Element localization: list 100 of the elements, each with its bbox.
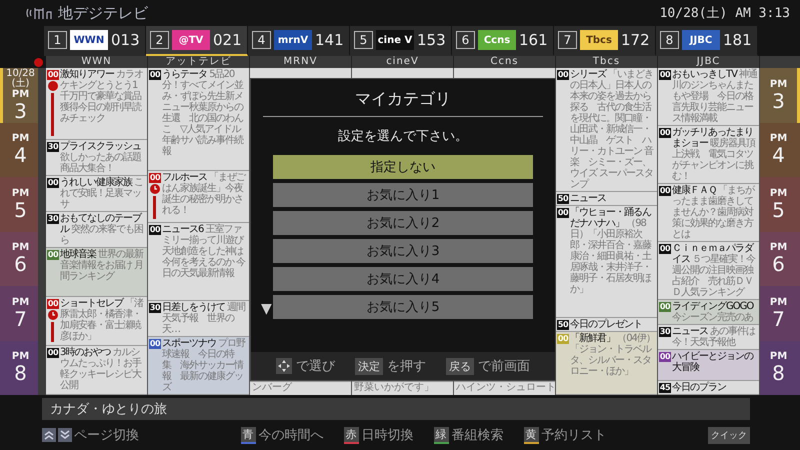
program-listing: ニュース6 王室ファミリー揃って川遊び天地創造をした神は今何を考えるのか 今日の天気最新情報 [162, 224, 246, 280]
dpad-icon [276, 358, 292, 374]
program-cell[interactable]: 00 ニュース6 王室ファミリー揃って川遊び天地創造をした神は今何を考えるのか 今日の天気最新情報 [148, 223, 249, 302]
date-label: 10/28 [6, 68, 35, 79]
program-cell[interactable]: 50 今日のプレゼント [556, 318, 657, 332]
minute-badge: 50 [557, 194, 569, 204]
program-cell[interactable]: 00 おもいっきしTV 神通川のジンちゃんまたもや登場 今日の格言先取り芸能ニュース情報満載 [658, 68, 759, 126]
program-listing: ショートセレブ 「渚豚雷太郎・橘香津・加扇安春・富士瀬暁彦ほか」 [60, 298, 145, 342]
page-up-icon[interactable] [42, 428, 56, 442]
channel-logo: cine V [376, 30, 414, 50]
color-key[interactable]: 青 [240, 426, 256, 444]
program-cell[interactable]: 00 ショートセレブ 「渚豚雷太郎・橘香津・加扇安春・富士瀬暁彦ほか」 [46, 297, 147, 346]
hour-label: 3 [772, 90, 785, 112]
program-listing: Ｃｉｎｅｍａパラダイス ５つ星確実！今週公開の注目映画独占紹介 売れ筋ＤＶＤ人気ランキング [672, 243, 756, 298]
minute-badge: 00 [659, 186, 671, 196]
key-action-label: 予約リスト [542, 427, 606, 444]
page-switch-label: ページ切換 [74, 427, 139, 444]
program-cell[interactable]: 30 ニュース あの事件は今！天気予報他 [658, 325, 759, 350]
channel-tab[interactable]: 4 mrnV 141 [248, 26, 350, 56]
program-cell[interactable]: 00 健康ＦＡＱ 「まちがったまま歯磨きしてませんか？歯周病対策に効果的な磨き方とは [658, 184, 759, 242]
program-cell[interactable]: 00 地球音楽 世界の最新音楽情報をお届け 月間ランキング [46, 248, 147, 297]
date-time: 10/28(土) AM 3:13 [660, 5, 790, 22]
program-listing: フルホース 「まぜごはん家族誕生」今夜誕生の秘密が明かされる！ [162, 172, 247, 216]
program-cell[interactable]: 30 日差しをうけて 週間天気予報 世界の天… [148, 301, 249, 338]
program-listing: うらテータ 5品20分！すべてメイン並み・ずぼら先生新メニュー秋葉原からの生還 北の国のわんこ ▽人気アイドル年齢サバ読み事件続報 [162, 69, 244, 157]
channel-code: 021 [213, 31, 242, 49]
weekday-label: (土) [12, 78, 30, 89]
hour-label: 6 [14, 253, 27, 276]
minute-badge: 00 [149, 225, 161, 236]
program-cell[interactable]: 45 今日のプラン [658, 381, 759, 395]
minute-badge: 50 [557, 320, 569, 330]
color-key[interactable]: 赤 [344, 426, 358, 444]
hour-label: 8 [14, 362, 27, 384]
program-cell[interactable]: 00 「ウヒョー・踊るんだナハナハ」 （98日）「小田原裕次郎・深井百合・嘉藤康治・細田眞祐・土居啄哉・末井洋子・藤明子・石居友明ほか」 [556, 206, 657, 318]
channel-tab[interactable]: 2 @TV 021 [146, 26, 248, 56]
period-label: PM [12, 133, 30, 144]
hour-label: 8 [772, 362, 785, 384]
program-listing: ハイビーとジョンの大冒険 [672, 351, 754, 373]
channel-tab[interactable]: 8 JJBC 181 [656, 26, 758, 56]
program-cell[interactable]: 00 ライディングGOGO 今シーズン完売のあ [658, 300, 759, 325]
hour-label: 5 [14, 198, 27, 221]
app-title: 地デジテレビ [58, 4, 148, 22]
program-cell[interactable]: 00 ガッチリあったまりまショー 暖房器具頂上決戦 電気コタツがチャンピオンに挑む！ [658, 126, 759, 184]
minute-badge: 45 [659, 383, 671, 393]
recording-bar [153, 196, 156, 220]
hour-label: 4 [14, 144, 27, 166]
program-cell[interactable]: 00 うらテータ 5品20分！すべてメイン並み・ずぼら先生新メニュー秋葉原からの生還 北の国のわんこ ▽人気アイドル年齢サバ読み事件続報 [148, 68, 249, 171]
minute-badge: 00 [47, 70, 59, 80]
minute-badge: 00 [149, 70, 161, 80]
channel-code: 161 [519, 31, 548, 49]
minute-badge: 00 [47, 250, 59, 260]
period-label: PM [770, 351, 788, 362]
category-option[interactable]: 指定しない [273, 155, 533, 179]
channel-number: 1 [48, 31, 67, 49]
key-label: 決定 [355, 358, 383, 374]
channel-tab[interactable]: 1 WWN 013 [44, 26, 146, 56]
channel-logo: WWN [70, 30, 108, 50]
program-cell[interactable]: 00 うれしい健康家族 これで安眠！足裏マッサ [46, 176, 147, 212]
hour-label: 4 [772, 144, 785, 166]
period-label: PM [770, 296, 788, 308]
channel-tab[interactable]: 6 Ccns 161 [452, 26, 554, 56]
program-cell[interactable]: 30 おもてなしのテーブル 突然の来客でも困ら [46, 212, 147, 248]
program-cell[interactable]: 00 スポーツナウ プロ野球速報 今日の特集 海外サッカー情報 最新の健康グッズ [148, 337, 249, 396]
scroll-down-arrow: ▼ [261, 301, 272, 317]
antenna-icon [26, 6, 52, 20]
minute-badge: 00 [557, 334, 569, 344]
category-option[interactable]: お気に入り4 [273, 267, 533, 291]
program-listing: スポーツナウ プロ野球速報 今日の特集 海外サッカー情報 最新の健康グッズ [162, 338, 246, 394]
category-option[interactable]: お気に入り1 [273, 183, 533, 207]
program-listing: ガッチリあったまりまショー 暖房器具頂上決戦 電気コタツがチャンピオンに挑む！ [672, 127, 756, 182]
program-cell[interactable]: 00 シリーズ 「いまどきの日本人」日本人の本来の姿を過去から探る 古代の食生活を現代に。関口瞳・山田武・新城信一・中山晶 ゲスト ハリー・カトユーン 音楽 シミー・ズー、ウイズ スーパースタンプ [556, 68, 657, 192]
program-cell[interactable]: 00 激知りアワー カラオケキングとうとう1千万円で豪華な賞品獲得今日の朝刊早読みチェック [46, 68, 147, 140]
color-key[interactable]: 緑 [434, 426, 448, 444]
program-listing: プライスクラッシュ 欲しかったあの話題商品大集合！ [60, 141, 142, 174]
channel-number: 8 [660, 31, 679, 49]
category-option[interactable]: お気に入り5 [273, 295, 533, 319]
period-label: PM [12, 242, 30, 254]
key-label: 戻る [446, 358, 474, 374]
minute-badge: 00 [47, 348, 59, 358]
channel-tab[interactable]: 7 Tbcs 172 [554, 26, 656, 56]
channel-logo: JJBC [682, 30, 720, 50]
program-cell[interactable]: 00 「新鮮君」 （04伊）「ジョン・トラベルタ、シルバー・スタロニー・ほか」 [556, 332, 657, 395]
program-listing: 今日のプラン [672, 382, 727, 393]
category-option[interactable]: お気に入り2 [273, 211, 533, 235]
quick-button[interactable]: クイック [708, 426, 750, 444]
color-key[interactable]: 黄 [524, 426, 538, 444]
program-cell[interactable]: 30 プライスクラッシュ 欲しかったあの話題商品大集合！ [46, 140, 147, 176]
program-cell[interactable]: 00 Ｃｉｎｅｍａパラダイス ５つ星確実！今週公開の注目映画独占紹介 売れ筋ＤＶＤ人気ランキング [658, 242, 759, 300]
program-cell[interactable]: 50 ニュース [556, 192, 657, 206]
program-description: ンバーグ [250, 382, 351, 395]
program-cell[interactable]: 00 ハイビーとジョンの大冒険 [658, 350, 759, 381]
program-cell[interactable]: 00 フルホース 「まぜごはん家族誕生」今夜誕生の秘密が明かされる！ [148, 170, 249, 224]
minute-badge: 00 [557, 208, 569, 218]
page-down-icon[interactable] [58, 428, 72, 442]
channel-code: 181 [723, 31, 752, 49]
program-cell[interactable]: 00 3時のおやつ カルシウムたっぷり！お手軽クッキーレシピ大公開 [46, 346, 147, 395]
category-option[interactable]: お気に入り3 [273, 239, 533, 263]
program-listing: 健康ＦＡＱ 「まちがったまま歯磨きしてませんか？歯周病対策に効果的な磨き方とは [672, 185, 756, 240]
channel-code: 153 [417, 31, 446, 49]
channel-tab[interactable]: 5 cine V 153 [350, 26, 452, 56]
